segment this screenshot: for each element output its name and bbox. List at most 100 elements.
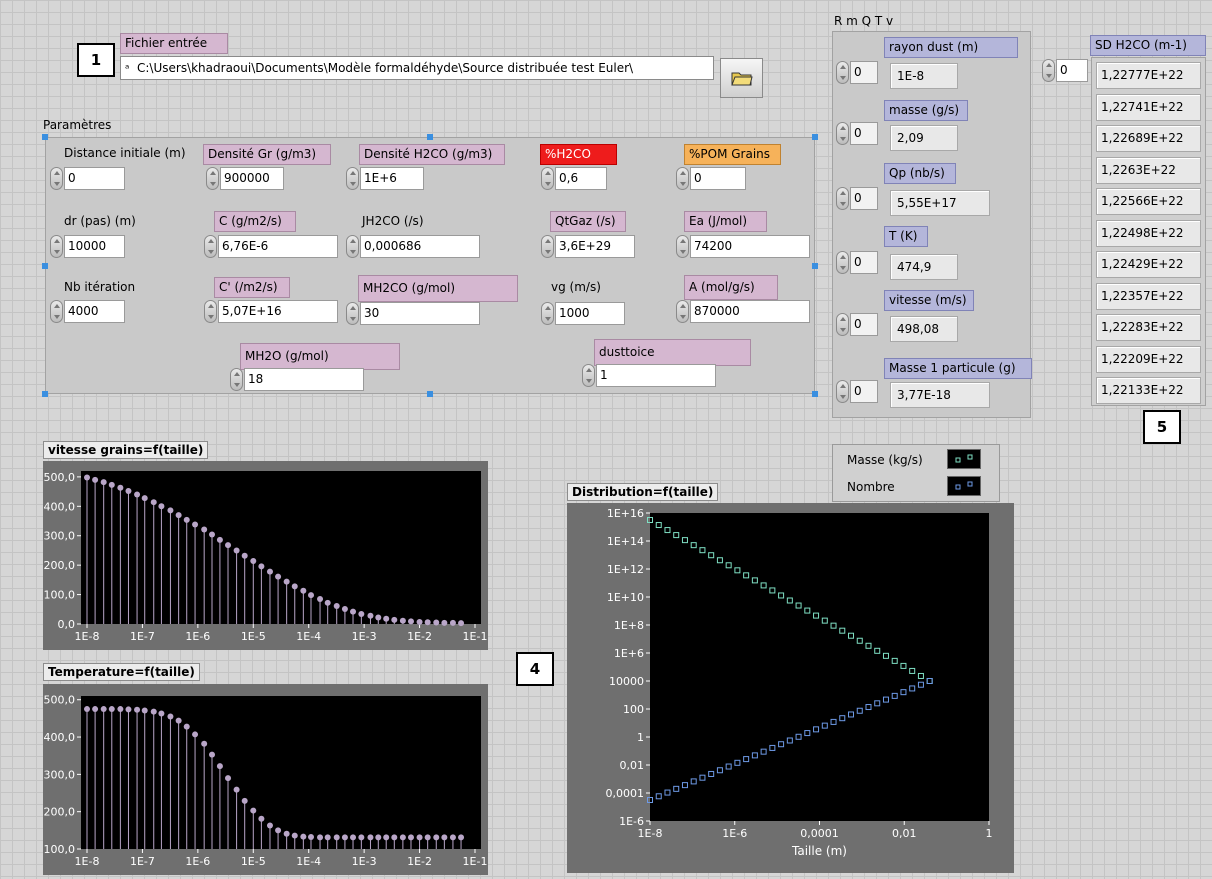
spinner-icon[interactable] <box>204 300 217 323</box>
x-tick-label: 1E-5 <box>241 630 266 643</box>
cluster-index[interactable]: 0 <box>836 380 878 403</box>
y-tick-label: 1E+12 <box>607 563 644 576</box>
spinner-icon[interactable] <box>230 368 243 391</box>
cluster-row: 0 T (K) 474,9 <box>836 226 1026 286</box>
file-path-field[interactable]: ᵃ C:\Users\khadraoui\Documents\Modèle fo… <box>120 56 714 80</box>
qtgaz-input[interactable]: 3,6E+29 <box>541 235 635 258</box>
spinner-icon[interactable] <box>346 235 359 258</box>
resize-handle[interactable] <box>42 134 48 140</box>
cluster-value: 5,55E+17 <box>890 190 990 216</box>
browse-button[interactable] <box>720 58 763 98</box>
temperature-plot[interactable]: 100,0 200,0 300,0 400,0 500,0 1E-8 1E-7 1E-6 1E-… <box>43 684 488 875</box>
spinner-icon[interactable] <box>50 300 63 323</box>
resize-handle[interactable] <box>42 391 48 397</box>
data-point <box>192 731 199 738</box>
data-point <box>266 568 273 575</box>
data-point <box>283 830 290 837</box>
data-point <box>350 834 357 841</box>
cluster-index[interactable]: 0 <box>836 251 878 274</box>
spinner-icon[interactable] <box>541 167 554 190</box>
data-point <box>209 531 216 538</box>
vg-input[interactable]: 1000 <box>541 302 625 325</box>
spinner-icon[interactable] <box>541 235 554 258</box>
dusttoice-input[interactable]: 1 <box>582 364 716 387</box>
data-point <box>308 592 315 599</box>
x-tick-label: 1E-3 <box>352 855 377 868</box>
data-point <box>433 619 440 626</box>
cluster-index[interactable]: 0 <box>836 313 878 336</box>
legend-item-masse: Masse (kg/s) <box>847 453 923 467</box>
x-tick-label: 1E-4 <box>296 630 321 643</box>
pct-pom-input[interactable]: 0 <box>676 167 746 190</box>
data-point <box>100 479 107 486</box>
data-point <box>250 558 257 565</box>
sd-array-cell: 1,22429E+22 <box>1096 251 1201 278</box>
vitesse-plot[interactable]: 0,0 100,0 200,0 300,0 400,0 500,0 1E-8 1E-7 1E-6… <box>43 461 488 650</box>
spinner-icon[interactable] <box>676 300 689 323</box>
densite-h2co-input[interactable]: 1E+6 <box>346 167 424 190</box>
spinner-icon[interactable] <box>836 187 849 210</box>
spinner-icon[interactable] <box>836 122 849 145</box>
spinner-icon[interactable] <box>836 380 849 403</box>
resize-handle[interactable] <box>812 134 818 140</box>
data-point <box>108 706 115 713</box>
dr-input[interactable]: 10000 <box>50 235 125 258</box>
cluster-index[interactable]: 0 <box>836 61 878 84</box>
spinner-icon[interactable] <box>836 251 849 274</box>
vg-label: vg (m/s) <box>551 280 601 294</box>
resize-handle[interactable] <box>427 134 433 140</box>
plot-legend[interactable]: Masse (kg/s) Nombre <box>832 444 1000 502</box>
spinner-icon[interactable] <box>1042 59 1055 82</box>
ea-input[interactable]: 74200 <box>676 235 810 258</box>
spinner-icon[interactable] <box>346 302 359 325</box>
mh2co-input[interactable]: 30 <box>346 302 480 325</box>
a-input[interactable]: 870000 <box>676 300 810 323</box>
spinner-icon[interactable] <box>676 235 689 258</box>
pct-h2co-input[interactable]: 0,6 <box>541 167 607 190</box>
distance-initiale-input[interactable]: 0 <box>50 167 125 190</box>
x-tick-label: 1E-2 <box>407 855 432 868</box>
jh2co-input[interactable]: 0,000686 <box>346 235 480 258</box>
spinner-icon[interactable] <box>836 313 849 336</box>
spinner-icon[interactable] <box>836 61 849 84</box>
resize-handle[interactable] <box>812 263 818 269</box>
c-prime-input[interactable]: 5,07E+16 <box>204 300 338 323</box>
spinner-icon[interactable] <box>204 235 217 258</box>
sd-array-cell: 1,22689E+22 <box>1096 125 1201 152</box>
spinner-icon[interactable] <box>541 302 554 325</box>
data-point <box>84 474 90 481</box>
data-point <box>201 526 208 533</box>
chart-title: Distribution=f(taille) <box>567 483 719 501</box>
data-point <box>391 834 398 841</box>
data-point <box>308 834 315 841</box>
data-point <box>291 583 298 590</box>
resize-handle[interactable] <box>812 391 818 397</box>
distribution-plot[interactable]: 1E-6 0,0001 0,01 1 100 10000 1E+6 1E+8 1E+10 1E+1… <box>567 503 1014 873</box>
spinner-icon[interactable] <box>676 167 689 190</box>
densite-gr-input[interactable]: 900000 <box>206 167 284 190</box>
spinner-icon[interactable] <box>50 235 63 258</box>
resize-handle[interactable] <box>427 391 433 397</box>
spinner-icon[interactable] <box>582 364 595 387</box>
sd-array-index[interactable]: 0 <box>1042 59 1088 82</box>
x-tick-label: 1E-6 <box>185 630 210 643</box>
mh2o-input[interactable]: 18 <box>230 368 364 391</box>
y-tick-label: 300,0 <box>44 530 76 543</box>
data-point <box>241 552 248 559</box>
spinner-icon[interactable] <box>206 167 219 190</box>
spinner-icon[interactable] <box>346 167 359 190</box>
data-point <box>416 834 423 841</box>
y-tick-label: 400,0 <box>44 500 76 513</box>
nb-iteration-input[interactable]: 4000 <box>50 300 125 323</box>
cluster-index[interactable]: 0 <box>836 187 878 210</box>
cluster-value: 3,77E-18 <box>890 382 990 408</box>
spinner-icon[interactable] <box>50 167 63 190</box>
data-point <box>433 834 440 841</box>
c-input[interactable]: 6,76E-6 <box>204 235 338 258</box>
resize-handle[interactable] <box>42 263 48 269</box>
sd-array-cell: 1,22498E+22 <box>1096 219 1201 247</box>
data-point <box>266 822 273 829</box>
cluster-index[interactable]: 0 <box>836 122 878 145</box>
data-point <box>367 834 374 841</box>
data-point <box>183 723 190 730</box>
